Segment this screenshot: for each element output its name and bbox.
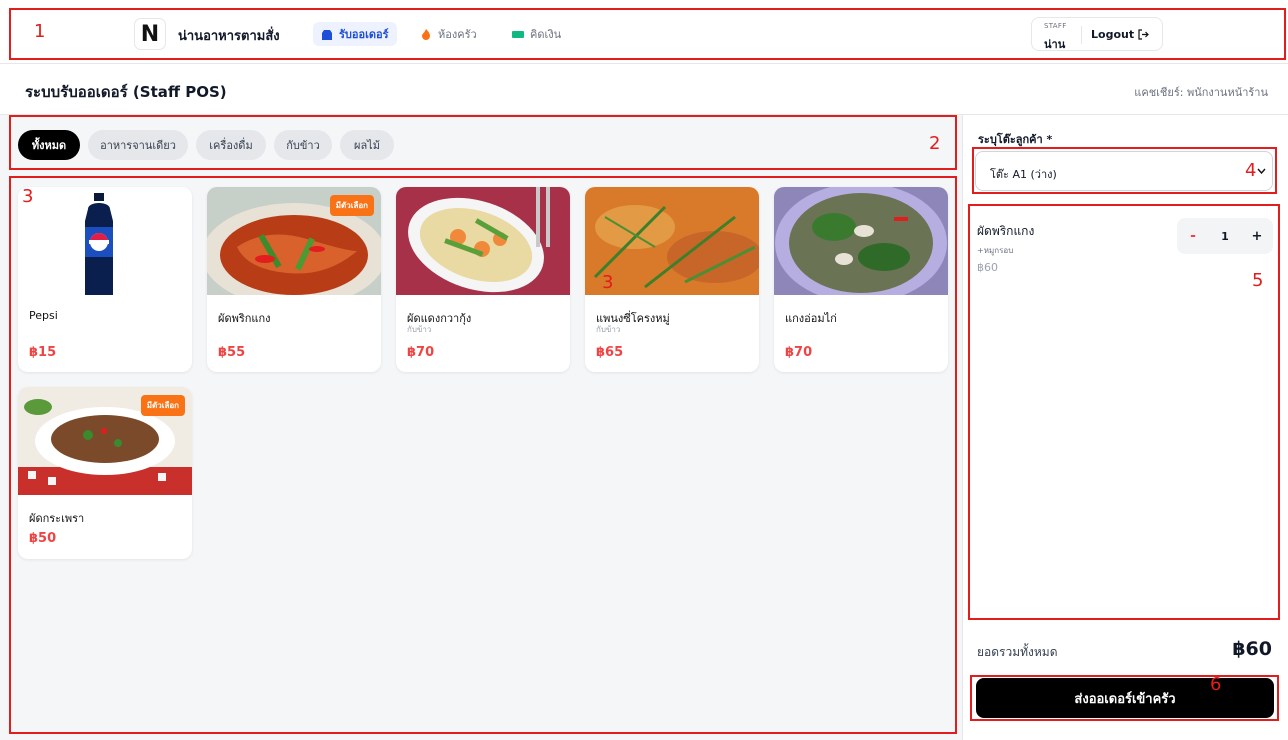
product-card[interactable]: มีตัวเลือก ผัดกระเพรา ฿50: [18, 387, 192, 559]
staff-divider: [1081, 26, 1082, 44]
product-name: ผัดกระเพรา: [29, 512, 85, 525]
send-order-button[interactable]: ส่งออเดอร์เข้าครัว: [976, 678, 1274, 718]
order-item-name: ผัดพริกแกง: [977, 224, 1035, 238]
options-badge: มีตัวเลือก: [140, 395, 185, 416]
nav-tab-billing-label: คิดเงิน: [530, 28, 562, 41]
annotation-number-3b: 3: [602, 272, 614, 293]
fire-icon: [422, 28, 430, 40]
increase-quantity-button[interactable]: +: [1241, 218, 1273, 254]
product-price: ฿50: [29, 531, 57, 546]
send-order-label: ส่งออเดอร์เข้าครัว: [1074, 691, 1176, 707]
product-price: ฿70: [785, 345, 813, 360]
product-card[interactable]: มีตัวเลือก ผัดพริกแกง ฿55: [207, 187, 381, 372]
chevron-down-icon: [1257, 166, 1266, 177]
product-category: กับข้าว: [596, 325, 621, 334]
product-price: ฿70: [407, 345, 435, 360]
logout-label: Logout: [1091, 28, 1135, 41]
category-fruit[interactable]: ผลไม้: [340, 130, 394, 160]
cashier-label: แคชเชียร์: พนักงานหน้าร้าน: [1134, 86, 1268, 99]
nav-tab-orders[interactable]: รับออเดอร์: [313, 22, 397, 46]
category-single-dish-label: อาหารจานเดียว: [100, 139, 176, 152]
staff-label: STAFF: [1044, 22, 1067, 30]
product-price: ฿65: [596, 345, 624, 360]
total-label: ยอดรวมทั้งหมด: [977, 645, 1058, 659]
store-icon: [322, 29, 332, 40]
product-image-cucumber-shrimp: [396, 187, 570, 295]
product-price: ฿15: [29, 345, 57, 360]
product-card[interactable]: ผัดแดงกวากุ้ง กับข้าว ฿70: [396, 187, 570, 372]
table-select[interactable]: โต๊ะ A1 (ว่าง): [975, 151, 1273, 191]
logout-button[interactable]: Logout: [1091, 28, 1149, 41]
category-fruit-label: ผลไม้: [354, 139, 380, 152]
product-name: Pepsi: [29, 309, 58, 322]
table-select-label: ระบุโต๊ะลูกค้า *: [978, 133, 1053, 146]
product-image-chicken-curry: [774, 187, 948, 295]
product-card[interactable]: แกงอ่อมไก่ ฿70: [774, 187, 948, 372]
product-image-pepsi: [18, 187, 192, 295]
product-name: ผัดพริกแกง: [218, 312, 271, 325]
product-image-stir-fry-curry: มีตัวเลือก: [207, 187, 381, 295]
product-card[interactable]: Pepsi ฿15: [18, 187, 192, 372]
annotation-number-4: 4: [1245, 160, 1257, 181]
annotation-number-1: 1: [34, 21, 46, 42]
annotation-number-2: 2: [929, 133, 941, 154]
options-badge: มีตัวเลือก: [329, 195, 374, 216]
order-item-price: ฿60: [977, 261, 998, 274]
category-all[interactable]: ทั้งหมด: [18, 130, 80, 160]
top-navbar: N น่านอาหารตามสั่ง รับออเดอร์ ห้องครัว ค…: [0, 0, 1288, 64]
category-single-dish[interactable]: อาหารจานเดียว: [88, 130, 188, 160]
nav-tab-kitchen[interactable]: ห้องครัว: [412, 22, 485, 46]
product-image-basil-stir-fry: มีตัวเลือก: [18, 387, 192, 495]
nav-tab-billing[interactable]: คิดเงิน: [504, 22, 569, 46]
annotation-number-5: 5: [1252, 270, 1264, 291]
decrease-quantity-button[interactable]: -: [1177, 218, 1209, 254]
category-all-label: ทั้งหมด: [31, 139, 67, 152]
table-select-value: โต๊ะ A1 (ว่าง): [990, 168, 1057, 181]
order-item-option: +หมูกรอบ: [977, 246, 1014, 255]
product-price: ฿55: [218, 345, 246, 360]
annotation-number-3: 3: [22, 186, 34, 207]
quantity-value: 1: [1221, 229, 1229, 243]
nav-tab-orders-label: รับออเดอร์: [339, 28, 389, 41]
staff-box: STAFF น่าน Logout: [1031, 17, 1163, 51]
logo-letter: N: [140, 21, 160, 47]
logo[interactable]: N: [134, 18, 166, 50]
nav-tab-kitchen-label: ห้องครัว: [438, 28, 477, 41]
total-value: ฿60: [1232, 638, 1272, 660]
category-drinks-label: เครื่องดื่ม: [209, 139, 253, 152]
header-divider: [0, 114, 1288, 115]
logout-icon: [1138, 29, 1149, 40]
product-name: แกงอ่อมไก่: [785, 312, 837, 325]
annotation-box-5: [968, 204, 1280, 620]
category-drinks[interactable]: เครื่องดื่ม: [196, 130, 266, 160]
page-title: ระบบรับออเดอร์ (Staff POS): [25, 83, 227, 101]
category-side-dish[interactable]: กับข้าว: [274, 130, 332, 160]
annotation-number-6: 6: [1210, 674, 1222, 695]
product-category: กับข้าว: [407, 325, 432, 334]
quantity-stepper: - 1 +: [1177, 218, 1273, 254]
brand-name: น่านอาหารตามสั่ง: [178, 29, 280, 44]
category-side-dish-label: กับข้าว: [286, 139, 320, 152]
cash-icon: [512, 30, 524, 38]
staff-name: น่าน: [1044, 38, 1066, 51]
panel-divider: [962, 115, 963, 740]
